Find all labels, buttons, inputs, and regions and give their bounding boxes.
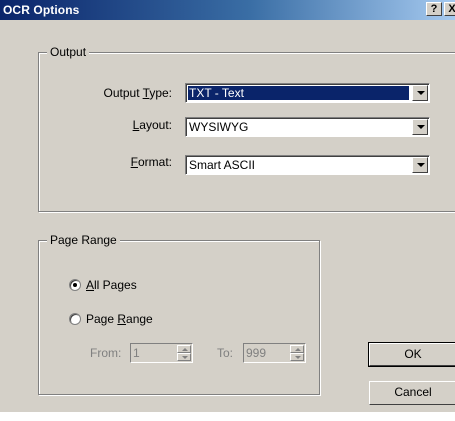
output-type-dropdown-button[interactable] [412,85,428,101]
layout-dropdown-button[interactable] [412,119,428,135]
output-group-label: Output [47,45,90,59]
page-range-group-label: Page Range [47,233,120,247]
layout-select[interactable]: WYSIWYG [185,117,430,137]
arrow-up-icon [295,348,301,351]
to-spinner[interactable]: 999 [243,343,306,363]
title-bar[interactable]: OCR Options ? X [0,0,455,20]
arrow-down-icon [295,356,301,359]
ocr-options-dialog: OCR Options ? X Output Output Type: TXT … [0,0,455,412]
arrow-down-icon [182,356,188,359]
page-range-radio[interactable] [69,313,81,325]
ok-button[interactable]: OK [368,342,455,367]
close-button[interactable]: X [444,2,455,16]
to-spin-buttons[interactable] [290,345,304,361]
from-spinner[interactable]: 1 [130,343,193,363]
from-value: 1 [133,346,140,360]
format-label: Format: [130,155,172,169]
format-dropdown-button[interactable] [412,157,428,173]
chevron-down-icon [417,91,425,95]
window-title: OCR Options [3,3,80,17]
layout-value: WYSIWYG [189,120,249,134]
chevron-down-icon [417,163,425,167]
radio-selected-indicator [73,283,77,287]
format-select[interactable]: Smart ASCII [185,155,430,175]
arrow-up-icon [182,348,188,351]
layout-label: Layout: [132,118,172,132]
from-increment-button[interactable] [177,345,191,353]
cancel-button[interactable]: Cancel [369,381,455,405]
all-pages-label[interactable]: All Pages [86,278,137,292]
format-value: Smart ASCII [189,158,256,172]
page-range-label[interactable]: Page Range [86,312,153,326]
from-spin-buttons[interactable] [177,345,191,361]
help-button[interactable]: ? [426,2,442,16]
output-type-select[interactable]: TXT - Text [185,83,430,103]
to-value: 999 [246,346,267,360]
from-decrement-button[interactable] [177,353,191,361]
all-pages-radio[interactable] [69,279,81,291]
from-label: From: [90,346,122,360]
output-type-value: TXT - Text [188,86,409,100]
output-type-label: Output Type: [103,86,173,100]
to-decrement-button[interactable] [290,353,304,361]
chevron-down-icon [417,125,425,129]
to-increment-button[interactable] [290,345,304,353]
to-label: To: [217,346,234,360]
